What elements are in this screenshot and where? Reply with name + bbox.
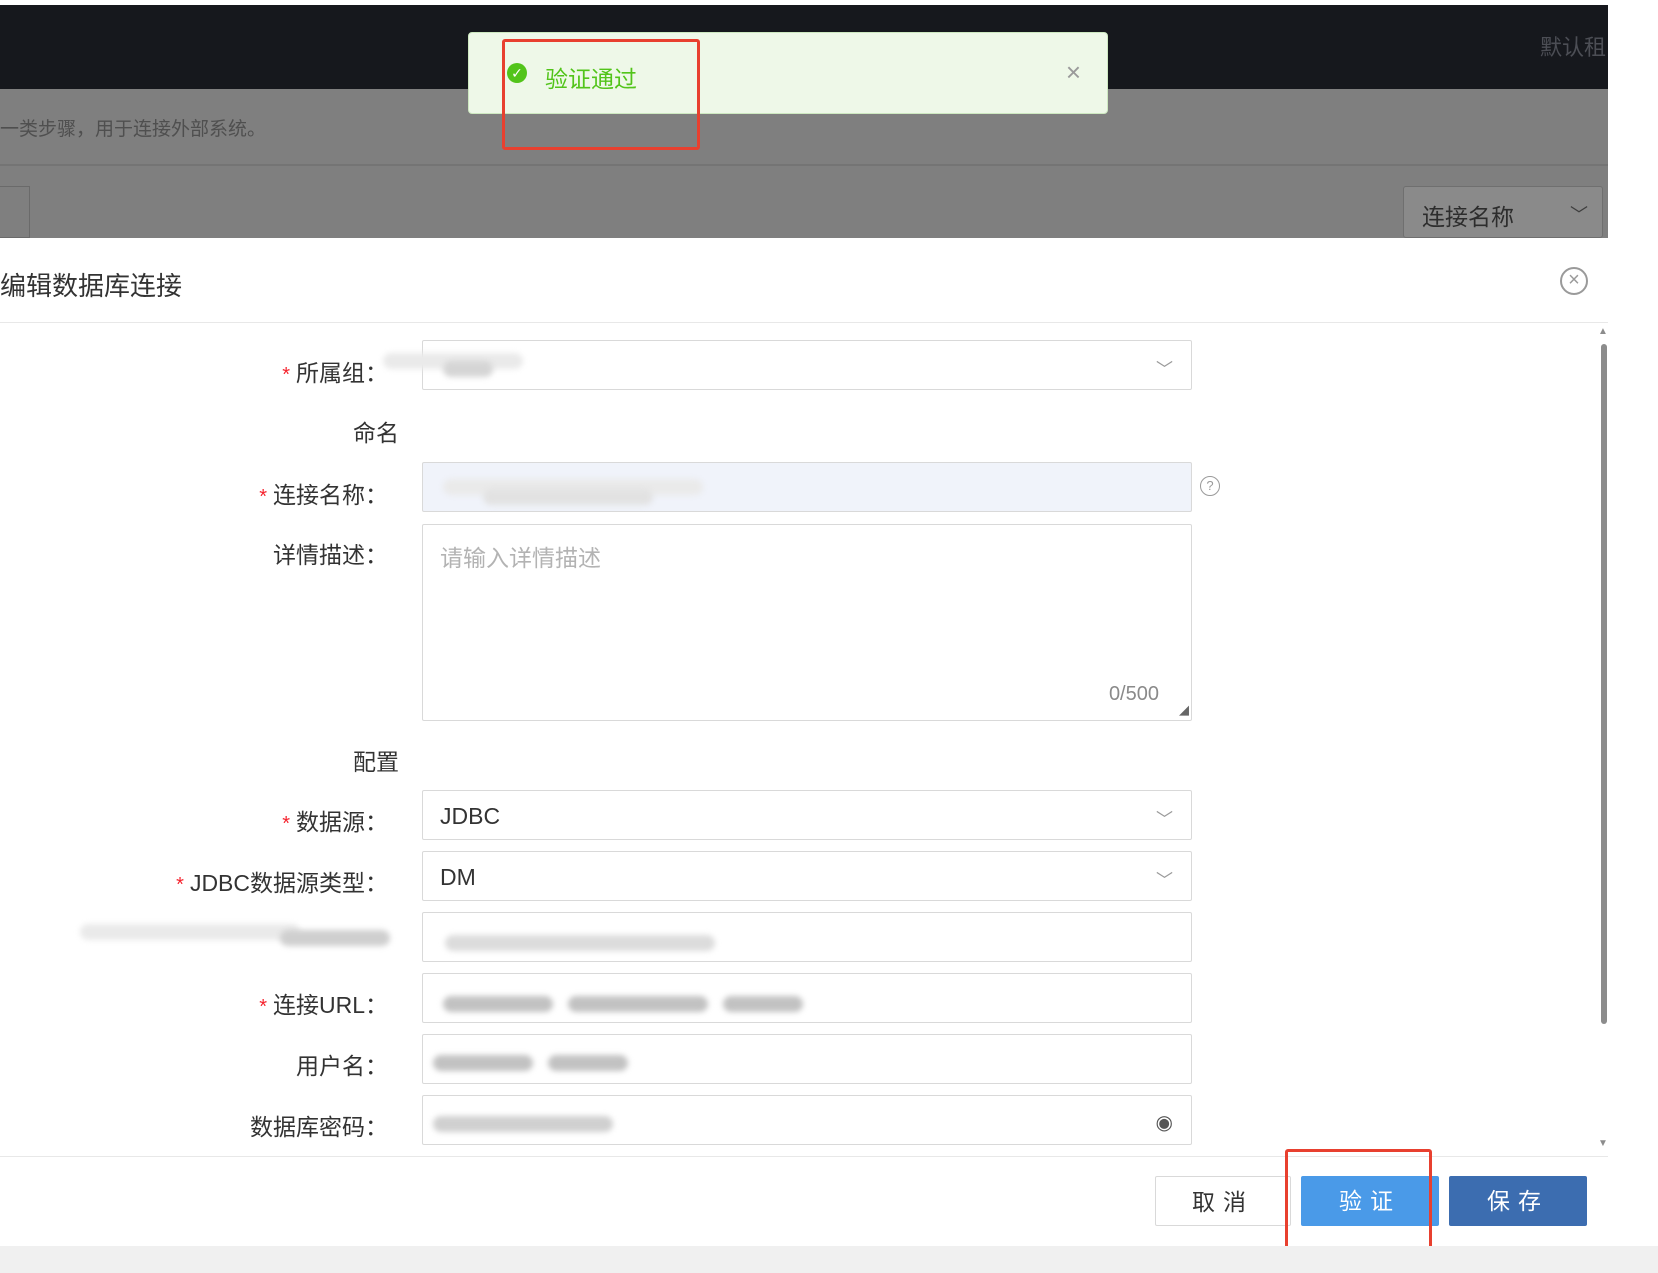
modal-scrollbar-thumb[interactable] — [1601, 344, 1607, 1024]
chevron-down-icon: ﹀ — [1156, 810, 1173, 829]
required-mark: * — [282, 364, 290, 386]
required-mark: * — [176, 874, 184, 896]
background-input — [0, 186, 30, 238]
redacted-value — [548, 1055, 628, 1071]
required-mark: * — [282, 813, 290, 835]
group-label-text: 所属组： — [296, 360, 388, 386]
group-select[interactable]: ﹀ — [383, 340, 1192, 390]
modal-header-divider — [0, 322, 1608, 323]
question-circle-icon[interactable]: ? — [1200, 476, 1220, 496]
jdbc-type-select[interactable]: DM ﹀ — [422, 851, 1192, 901]
datasource-label-text: 数据源： — [296, 809, 388, 835]
jdbc-type-select-value: DM — [440, 864, 476, 890]
chevron-down-icon: ﹀ — [1570, 205, 1588, 225]
close-icon[interactable]: × — [1066, 57, 1081, 88]
save-button[interactable]: 保存 — [1449, 1176, 1587, 1226]
redacted-value — [433, 1055, 533, 1071]
redacted-value — [433, 1116, 613, 1132]
redacted-value — [443, 996, 553, 1012]
connection-url-label: * 连接URL： — [259, 986, 388, 1020]
password-input[interactable]: ◉ — [422, 1095, 1192, 1145]
description-placeholder: 请输入详情描述 — [440, 545, 601, 571]
redacted-value — [723, 996, 803, 1012]
connection-url-input[interactable] — [422, 973, 1192, 1023]
group-label: * 所属组： — [282, 354, 388, 388]
datasource-select[interactable]: JDBC ﹀ — [422, 790, 1192, 840]
description-textarea[interactable]: 请输入详情描述 0/500 ◢ — [422, 524, 1192, 721]
redacted-value — [280, 930, 390, 946]
password-label: 数据库密码： — [250, 1114, 388, 1140]
redacted-label — [80, 920, 400, 950]
filter-field-select-value: 连接名称 — [1422, 204, 1514, 230]
username-input[interactable] — [422, 1034, 1192, 1084]
description-label: 详情描述： — [273, 542, 388, 568]
datasource-select-value: JDBC — [440, 803, 501, 829]
connection-name-label-text: 连接名称： — [273, 482, 388, 508]
page-bottom-strip — [0, 1246, 1658, 1273]
tenant-switcher[interactable]: 默认租 — [1540, 30, 1606, 62]
page-description: 一类步骤，用于连接外部系统。 — [0, 119, 267, 140]
redacted-value — [568, 996, 708, 1012]
redacted-value — [443, 361, 493, 377]
redacted-value — [483, 489, 653, 505]
connection-name-input[interactable] — [422, 462, 1192, 512]
annotation-highlight-toast — [502, 39, 700, 150]
description-char-count: 0/500 — [1108, 683, 1159, 705]
chevron-down-icon: ﹀ — [1156, 871, 1173, 890]
scroll-down-arrow-icon[interactable]: ▼ — [1598, 1138, 1608, 1149]
resize-handle-icon[interactable]: ◢ — [1179, 702, 1189, 718]
required-mark: * — [259, 996, 267, 1018]
cancel-button[interactable]: 取消 — [1155, 1176, 1291, 1226]
naming-section-title: 命名 — [353, 420, 399, 446]
required-mark: * — [259, 486, 267, 508]
scroll-up-arrow-icon[interactable]: ▲ — [1598, 326, 1608, 337]
connection-name-label: * 连接名称： — [259, 476, 388, 510]
modal-title: 编辑数据库连接 — [0, 271, 183, 301]
username-label: 用户名： — [296, 1053, 388, 1079]
page-divider — [0, 164, 1608, 166]
redacted-value — [445, 935, 715, 951]
eye-icon[interactable]: ◉ — [1156, 1110, 1173, 1135]
redacted-value — [80, 924, 300, 940]
chevron-down-icon: ﹀ — [1156, 360, 1173, 379]
datasource-label: * 数据源： — [282, 803, 388, 837]
annotation-highlight-verify — [1285, 1149, 1432, 1249]
filter-field-select[interactable]: 连接名称 ﹀ — [1403, 186, 1603, 238]
jdbc-type-label: * JDBC数据源类型： — [176, 864, 388, 898]
close-icon[interactable]: × — [1560, 267, 1588, 295]
jdbc-type-label-text: JDBC数据源类型： — [189, 870, 388, 896]
redacted-config-input[interactable] — [422, 912, 1192, 962]
config-section-title: 配置 — [353, 749, 399, 775]
connection-url-label-text: 连接URL： — [272, 992, 388, 1018]
